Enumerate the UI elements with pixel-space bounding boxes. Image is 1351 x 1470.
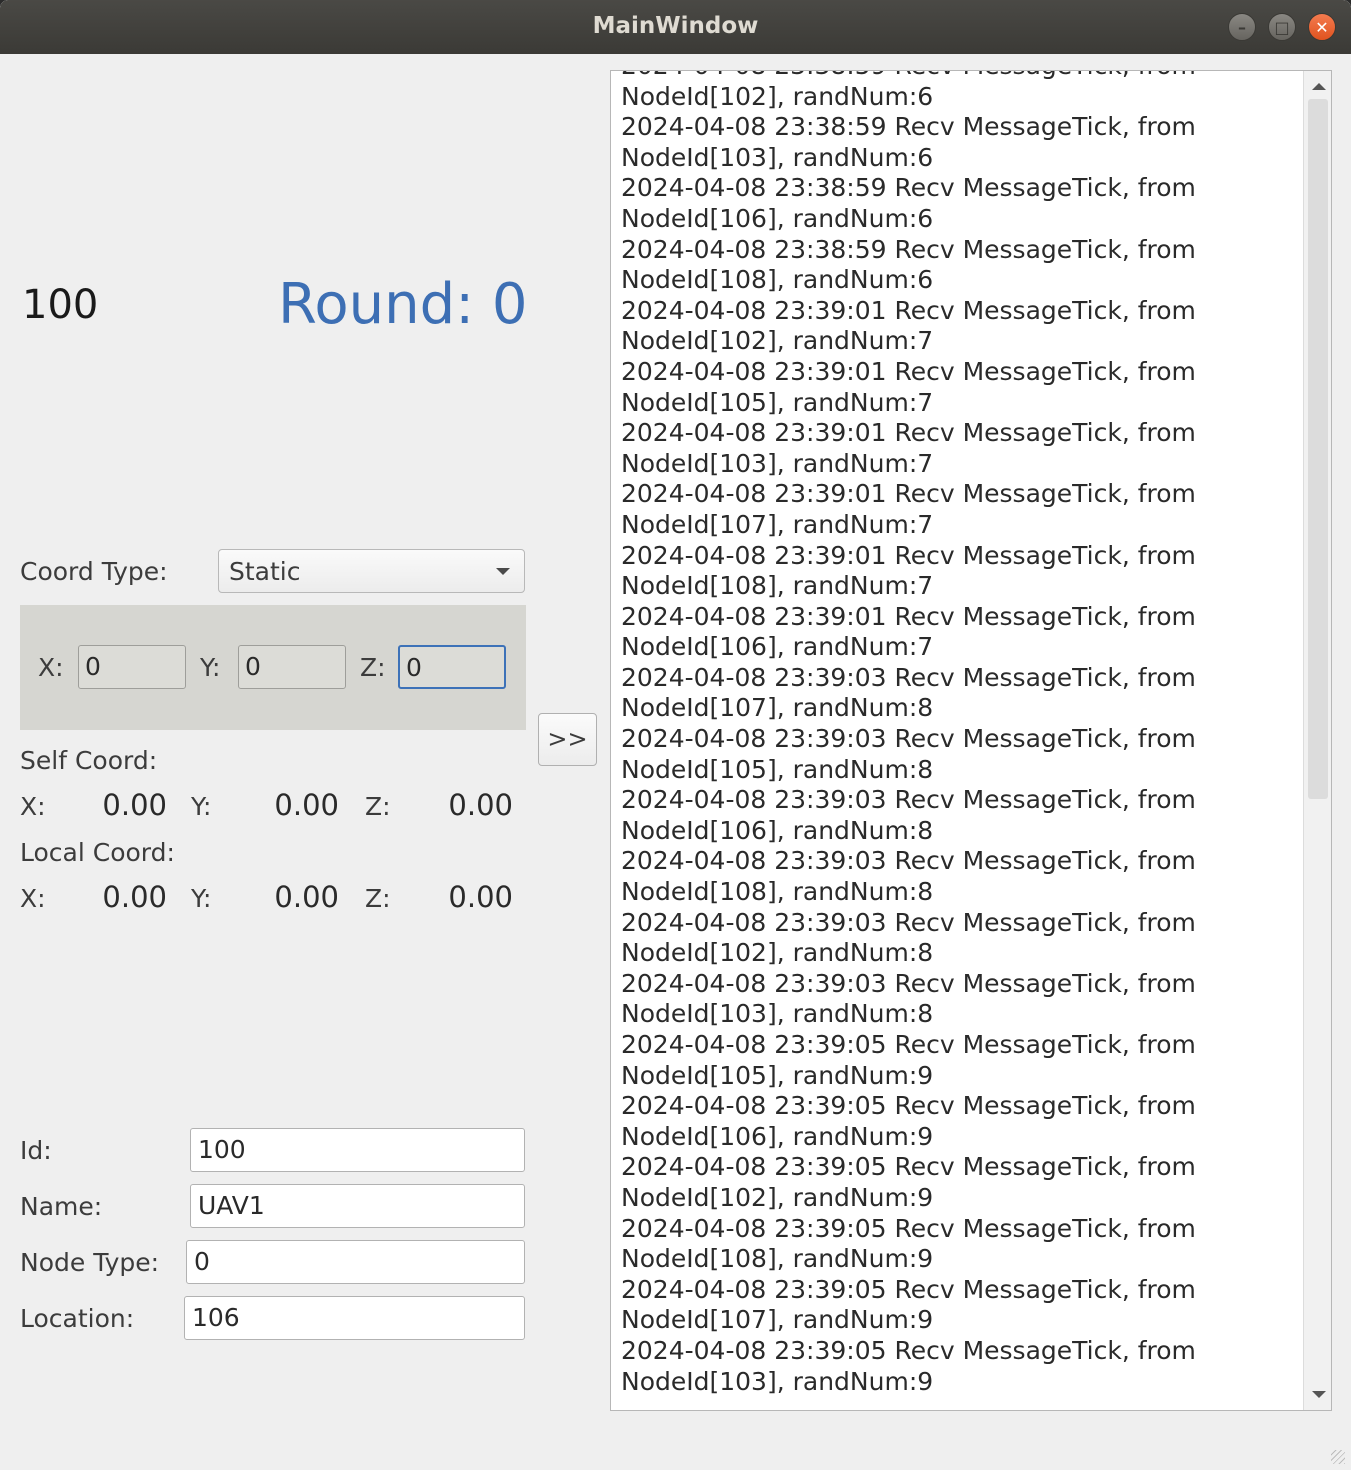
name-field[interactable]: UAV1 <box>190 1184 525 1228</box>
node-type-label: Node Type: <box>20 1248 160 1277</box>
local-x-label: X: <box>20 884 46 913</box>
static-x-label: X: <box>38 653 64 682</box>
name-label: Name: <box>20 1192 103 1221</box>
scroll-down-icon[interactable] <box>1312 1391 1326 1398</box>
static-coord-panel: X: 0 Y: 0 Z: 0 <box>20 605 526 730</box>
maximize-button[interactable]: □ <box>1268 13 1296 41</box>
log-scrollbar[interactable] <box>1303 71 1331 1410</box>
title-bar[interactable]: MainWindow – □ ✕ <box>0 0 1351 54</box>
static-y-label: Y: <box>200 653 221 682</box>
id-field[interactable]: 100 <box>190 1128 525 1172</box>
self-z-label: Z: <box>365 792 391 821</box>
static-y-input[interactable]: 0 <box>238 645 346 689</box>
static-z-label: Z: <box>360 653 386 682</box>
coord-type-selected: Static <box>229 557 301 586</box>
local-coord-label: Local Coord: <box>20 838 175 867</box>
local-x-value: 0.00 <box>102 880 167 914</box>
self-y-value: 0.00 <box>274 788 339 822</box>
coord-type-select[interactable]: Static <box>218 549 525 593</box>
window-title: MainWindow <box>592 13 759 39</box>
location-label: Location: <box>20 1304 135 1333</box>
message-log[interactable]: 2024-04-08 23:38:59 Recv MessageTick, fr… <box>610 70 1332 1411</box>
node-id-display: 100 <box>22 282 99 328</box>
static-x-input[interactable]: 0 <box>78 645 186 689</box>
self-x-value: 0.00 <box>102 788 167 822</box>
minimize-button[interactable]: – <box>1228 13 1256 41</box>
round-display: Round: 0 <box>278 272 528 337</box>
coord-type-label: Coord Type: <box>20 557 168 586</box>
local-z-label: Z: <box>365 884 391 913</box>
main-window: MainWindow – □ ✕ 100 Round: 0 Coord Type… <box>0 0 1351 1470</box>
local-z-value: 0.00 <box>448 880 513 914</box>
self-coord-label: Self Coord: <box>20 746 158 775</box>
resize-grip-icon[interactable] <box>1331 1450 1345 1464</box>
node-type-field[interactable]: 0 <box>186 1240 525 1284</box>
static-z-input[interactable]: 0 <box>398 645 506 689</box>
chevron-down-icon <box>496 568 510 575</box>
self-z-value: 0.00 <box>448 788 513 822</box>
location-field[interactable]: 106 <box>184 1296 525 1340</box>
message-log-text: 2024-04-08 23:38:59 Recv MessageTick, fr… <box>621 71 1196 1396</box>
local-y-label: Y: <box>191 884 212 913</box>
close-button[interactable]: ✕ <box>1308 13 1336 41</box>
id-label: Id: <box>20 1136 52 1165</box>
scrollbar-thumb[interactable] <box>1308 99 1328 799</box>
scroll-up-icon[interactable] <box>1312 83 1326 90</box>
self-x-label: X: <box>20 792 46 821</box>
local-y-value: 0.00 <box>274 880 339 914</box>
self-y-label: Y: <box>191 792 212 821</box>
toggle-log-button[interactable]: >> <box>538 713 597 766</box>
